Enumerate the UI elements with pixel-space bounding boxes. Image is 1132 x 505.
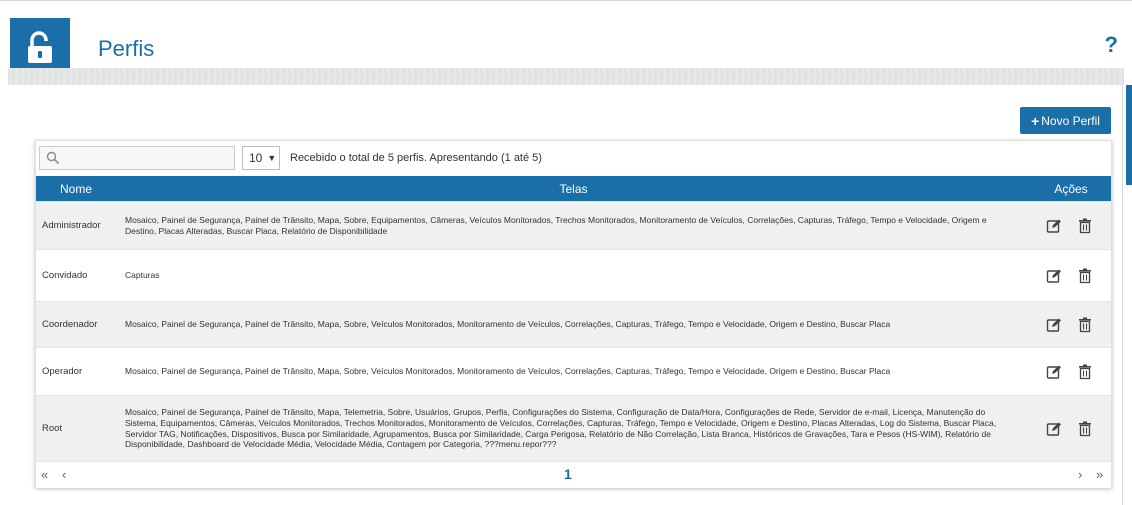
page-size-select[interactable]: 10 ▼ — [242, 146, 280, 170]
profile-screens: Mosaico, Painel de Segurança, Painel de … — [125, 366, 891, 377]
page-title: Perfis — [98, 36, 155, 61]
chevron-down-icon: ▼ — [267, 153, 277, 163]
profiles-panel: 10 ▼ Recebido o total de 5 perfis. Apres… — [35, 140, 1112, 488]
top-border — [0, 0, 1132, 1]
row-actions — [1046, 202, 1106, 249]
trash-icon[interactable] — [1077, 317, 1093, 333]
row-actions — [1046, 302, 1106, 347]
profile-name: Convidado — [42, 270, 88, 281]
pagination: « ‹ 1 › » — [36, 461, 1111, 488]
page-edge — [1122, 85, 1123, 505]
help-icon[interactable]: ? — [1105, 32, 1118, 58]
prev-page-button[interactable]: ‹ — [62, 467, 66, 482]
profile-name: Root — [42, 423, 63, 434]
results-info: Recebido o total de 5 perfis. Apresentan… — [290, 152, 542, 164]
plus-icon: + — [1031, 112, 1040, 129]
column-header-acoes: Ações — [1054, 181, 1088, 196]
table-row[interactable]: Operador Mosaico, Painel de Segurança, P… — [36, 347, 1111, 395]
profile-name: Operador — [42, 366, 83, 377]
table-row[interactable]: Convidado Capturas — [36, 249, 1111, 301]
profile-screens: Mosaico, Painel de Segurança, Painel de … — [125, 214, 987, 236]
next-page-button[interactable]: › — [1078, 467, 1082, 482]
search-input[interactable] — [64, 149, 229, 167]
last-page-button[interactable]: » — [1096, 467, 1103, 482]
edit-icon[interactable] — [1046, 421, 1062, 437]
row-actions — [1046, 396, 1106, 461]
header-band — [8, 68, 1124, 85]
profile-screens: Mosaico, Painel de Segurança, Painel de … — [125, 407, 997, 450]
page-header: Perfis ? — [8, 10, 1124, 78]
search-icon — [46, 151, 60, 165]
profile-name: Coordenador — [42, 319, 98, 330]
unlocked-padlock-icon — [28, 31, 52, 63]
column-header-nome[interactable]: Nome — [36, 176, 116, 201]
trash-icon[interactable] — [1077, 218, 1093, 234]
column-header-telas[interactable]: Telas — [116, 176, 1031, 201]
profile-screens: Capturas — [125, 270, 160, 281]
row-actions — [1046, 348, 1106, 395]
first-page-button[interactable]: « — [41, 467, 48, 482]
profile-screens: Mosaico, Painel de Segurança, Painel de … — [125, 319, 891, 330]
trash-icon[interactable] — [1077, 364, 1093, 380]
trash-icon[interactable] — [1077, 268, 1093, 284]
edit-icon[interactable] — [1046, 364, 1062, 380]
table-row[interactable]: Administrador Mosaico, Painel de Seguran… — [36, 201, 1111, 249]
search-box[interactable] — [39, 146, 235, 170]
current-page[interactable]: 1 — [564, 466, 572, 482]
table-row[interactable]: Root Mosaico, Painel de Segurança, Paine… — [36, 395, 1111, 461]
edit-icon[interactable] — [1046, 218, 1062, 234]
new-profile-label: Novo Perfil — [1041, 113, 1100, 128]
new-profile-button[interactable]: + Novo Perfil — [1020, 107, 1111, 134]
profile-name: Administrador — [42, 220, 101, 231]
edit-icon[interactable] — [1046, 317, 1062, 333]
table-row[interactable]: Coordenador Mosaico, Painel de Segurança… — [36, 301, 1111, 347]
row-actions — [1046, 250, 1106, 301]
table-header: Nome Telas Ações — [36, 176, 1111, 201]
scrollbar-thumb[interactable] — [1126, 85, 1132, 185]
edit-icon[interactable] — [1046, 268, 1062, 284]
trash-icon[interactable] — [1077, 421, 1093, 437]
page-size-value: 10 — [249, 151, 263, 165]
